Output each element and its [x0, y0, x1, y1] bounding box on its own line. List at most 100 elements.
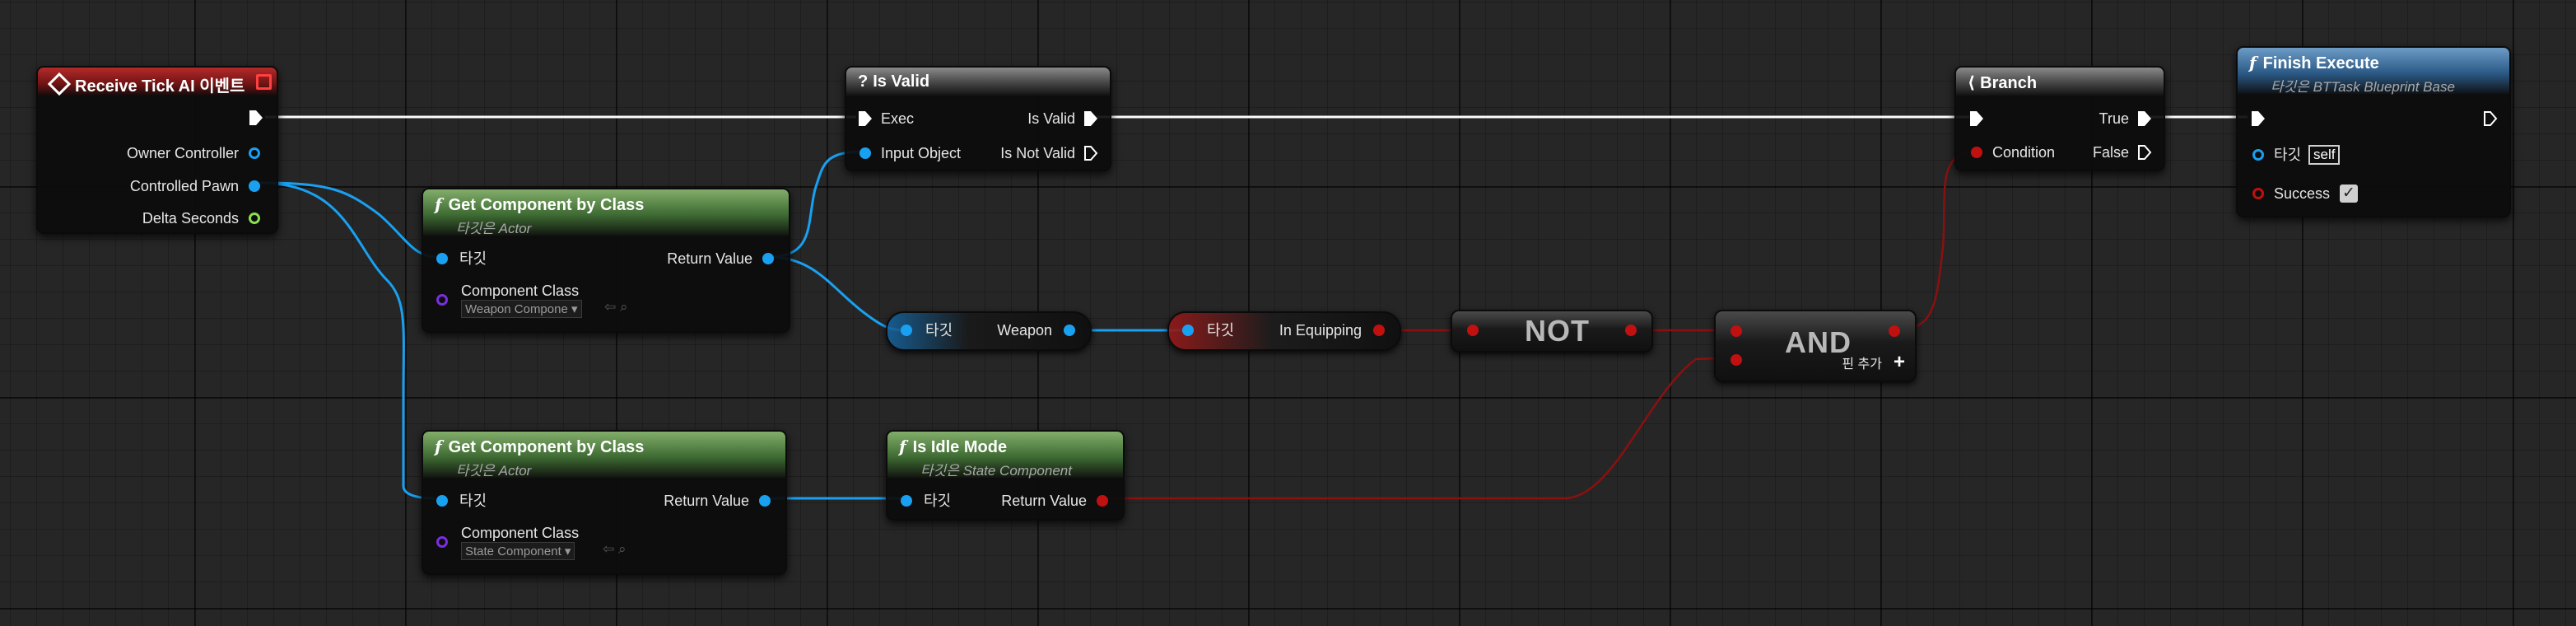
function-f-icon: f — [435, 437, 442, 456]
component-class-pin[interactable] — [436, 536, 448, 548]
node-subtitle: 타깃은 BTTask Blueprint Base — [2271, 79, 2455, 95]
question-mark-icon: ? — [858, 72, 869, 91]
delta-seconds-pin[interactable] — [249, 213, 260, 224]
node-subtitle: 타깃은 State Component — [920, 463, 1072, 479]
target-pin[interactable] — [901, 495, 912, 507]
not-out-pin[interactable] — [1625, 325, 1637, 336]
input-object-pin[interactable] — [859, 147, 871, 159]
and-node[interactable]: AND 핀 추가 + — [1714, 310, 1917, 382]
condition-pin[interactable] — [1971, 147, 1982, 158]
in-equipping-label: In Equipping — [1279, 322, 1362, 339]
arrow-left-icon[interactable]: ⇦ — [603, 541, 614, 557]
in-equipping-out-pin[interactable] — [1373, 325, 1385, 336]
weapon-out-pin[interactable] — [1064, 325, 1075, 336]
browse-icons[interactable]: ⇦ ⌕ — [604, 299, 628, 315]
target-self-value: self — [2308, 145, 2341, 165]
not-in-pin[interactable] — [1467, 325, 1479, 336]
is-idle-mode-node[interactable]: f Is Idle Mode 타깃은 State Component 타깃 Ret… — [886, 430, 1125, 521]
is-valid-exec-out-pin[interactable] — [1083, 110, 1098, 127]
exec-out-pin[interactable] — [2483, 110, 2498, 127]
target-label: 타깃 — [459, 493, 487, 509]
node-header: f Get Component by Class 타깃은 Actor — [423, 432, 785, 479]
exec-in-pin[interactable] — [858, 110, 873, 127]
success-pin[interactable] — [2252, 188, 2264, 199]
search-icon[interactable]: ⌕ — [618, 541, 627, 557]
not-label: NOT — [1525, 314, 1590, 348]
node-header: ⟨ Branch — [1956, 68, 2164, 96]
function-f-icon: f — [899, 437, 906, 456]
component-class-pin[interactable] — [436, 294, 448, 306]
target-pin[interactable] — [1182, 325, 1194, 336]
add-pin-label[interactable]: 핀 추가 — [1842, 356, 1882, 374]
receive-tick-ai-event-node[interactable]: Receive Tick AI 이벤트 Owner Controller Con… — [36, 66, 278, 234]
and-out-pin[interactable] — [1889, 325, 1900, 337]
and-label: AND — [1785, 325, 1852, 359]
target-label: 타깃 — [925, 322, 953, 339]
bool-wire-idlemode-to-and — [1100, 356, 1735, 500]
target-pin[interactable] — [901, 325, 912, 336]
not-node[interactable]: NOT — [1451, 310, 1653, 353]
controlled-pawn-label: Controlled Pawn — [129, 178, 239, 194]
return-value-label: Return Value — [664, 493, 749, 509]
input-object-label: Input Object — [881, 145, 962, 161]
target-label: 타깃 — [459, 250, 487, 267]
arrow-left-icon[interactable]: ⇦ — [604, 299, 616, 315]
node-header: ? Is Valid — [846, 68, 1110, 96]
delta-seconds-label: Delta Seconds — [142, 210, 239, 227]
node-title: Finish Execute — [2262, 54, 2379, 72]
node-title: Get Component by Class — [448, 438, 645, 456]
get-component-by-class-state-node[interactable]: f Get Component by Class 타깃은 Actor 타깃 Ret… — [422, 430, 787, 575]
bool-wire-and-to-branch — [1894, 150, 1977, 332]
node-header: f Finish Execute 타깃은 BTTask Blueprint Bas… — [2238, 48, 2509, 95]
node-title: Is Idle Mode — [912, 438, 1008, 456]
target-pin[interactable] — [436, 495, 448, 507]
owner-controller-pin[interactable] — [249, 147, 260, 159]
chevron-down-icon: ▾ — [564, 544, 571, 558]
false-exec-out-pin[interactable] — [2137, 144, 2152, 161]
node-header: Receive Tick AI 이벤트 — [38, 68, 277, 96]
is-valid-node[interactable]: ? Is Valid Exec Is Valid Input Object Is … — [845, 66, 1111, 171]
target-label: 타깃 — [924, 493, 952, 509]
plus-icon[interactable]: + — [1894, 351, 1905, 374]
exec-out-pin[interactable] — [249, 110, 263, 126]
exec-in-pin[interactable] — [2251, 110, 2266, 127]
true-exec-out-pin[interactable] — [2137, 110, 2152, 127]
node-title: Is Valid — [873, 72, 930, 91]
branch-icon: ⟨ — [1968, 74, 1976, 92]
is-valid-label: Is Valid — [1027, 110, 1075, 127]
browse-icons[interactable]: ⇦ ⌕ — [603, 541, 627, 558]
success-checkbox[interactable]: ✓ — [2340, 185, 2358, 203]
exec-in-pin[interactable] — [1969, 110, 1984, 127]
node-header: f Get Component by Class 타깃은 Actor — [423, 189, 789, 236]
and-in-pin-a[interactable] — [1731, 325, 1742, 337]
chevron-down-icon: ▾ — [571, 302, 578, 316]
return-value-label: Return Value — [1001, 493, 1087, 509]
condition-label: Condition — [1992, 144, 2056, 161]
node-title: Get Component by Class — [448, 196, 645, 214]
return-value-pin[interactable] — [762, 253, 774, 264]
branch-node[interactable]: ⟨ Branch True Condition False — [1954, 66, 2165, 171]
component-class-label: Component Class — [461, 283, 580, 299]
node-subtitle: 타깃은 Actor — [456, 221, 532, 236]
target-pin[interactable] — [436, 253, 448, 264]
and-in-pin-b[interactable] — [1731, 354, 1742, 366]
component-class-label: Component Class — [461, 525, 580, 541]
true-label: True — [2099, 110, 2129, 127]
return-value-pin[interactable] — [1097, 495, 1108, 507]
weapon-getter-node[interactable]: 타깃 Weapon — [886, 311, 1092, 351]
controlled-pawn-pin[interactable] — [249, 180, 260, 192]
return-value-pin[interactable] — [759, 495, 771, 507]
weapon-label: Weapon — [997, 322, 1052, 339]
node-title: Receive Tick AI 이벤트 — [75, 77, 245, 96]
target-pin[interactable] — [2252, 149, 2264, 161]
function-f-icon: f — [435, 194, 442, 214]
component-class-dropdown[interactable]: Weapon Compone ▾ — [461, 300, 582, 318]
in-equipping-getter-node[interactable]: 타깃 In Equipping — [1167, 311, 1401, 351]
node-header: f Is Idle Mode 타깃은 State Component — [887, 432, 1123, 479]
is-not-valid-exec-out-pin[interactable] — [1083, 145, 1098, 161]
get-component-by-class-weapon-node[interactable]: f Get Component by Class 타깃은 Actor 타깃 Ret… — [422, 188, 790, 333]
component-class-dropdown[interactable]: State Component ▾ — [461, 542, 575, 560]
target-label: 타깃 — [2274, 147, 2302, 163]
finish-execute-node[interactable]: f Finish Execute 타깃은 BTTask Blueprint Bas… — [2236, 46, 2511, 217]
search-icon[interactable]: ⌕ — [620, 299, 628, 315]
